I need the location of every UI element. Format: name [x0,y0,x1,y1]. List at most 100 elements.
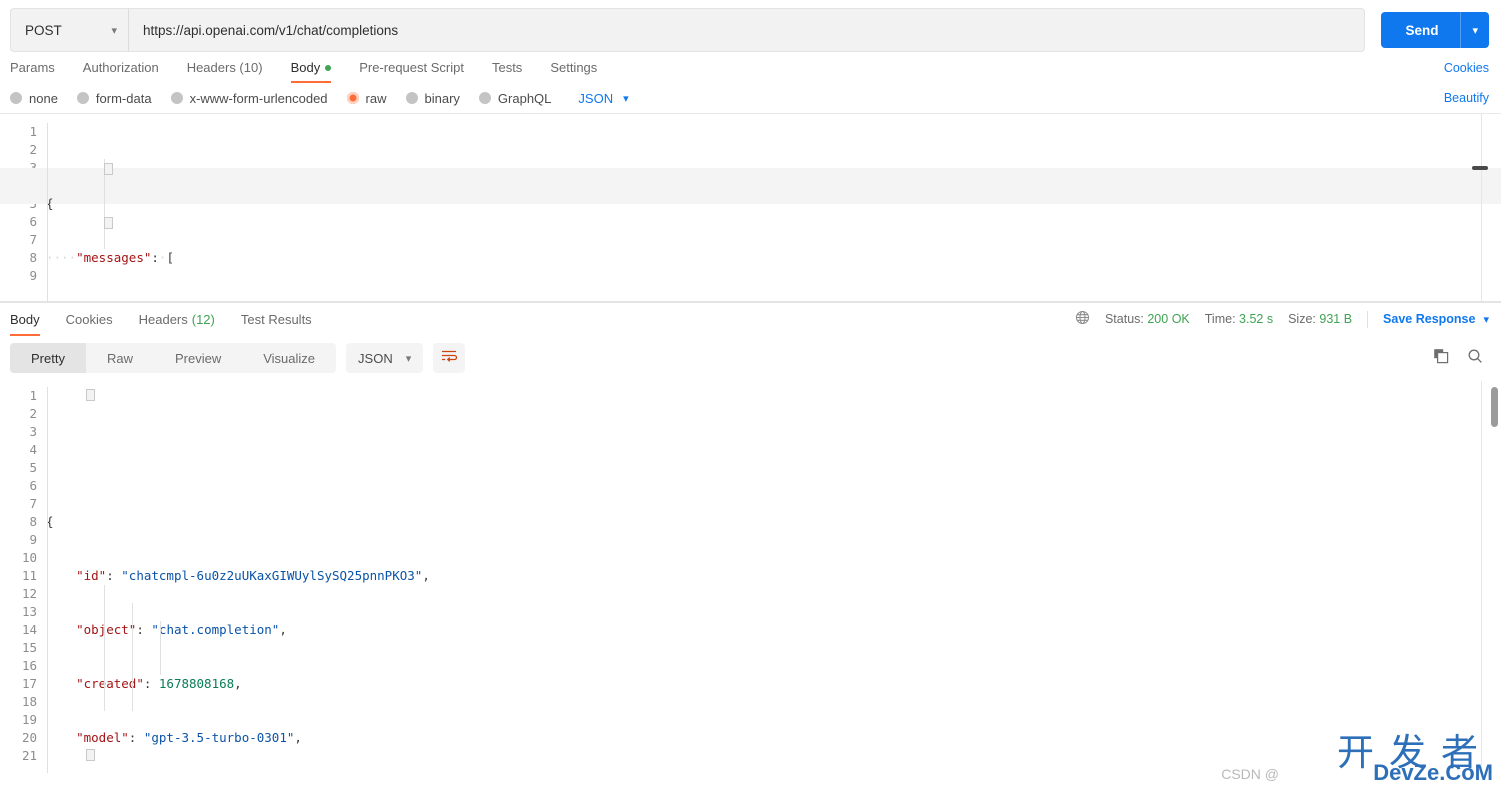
response-view-mode-group: Pretty Raw Preview Visualize [10,343,337,373]
radio-icon [76,92,89,104]
size-label: Size: [1288,312,1316,326]
fold-marker-close[interactable] [86,749,95,761]
request-code-lines[interactable]: { ····"messages":·[ ········{ ··········… [46,123,1501,301]
res-object-key: "object" [76,622,137,637]
size-value: 931 B [1319,312,1353,326]
line-number: 1 [29,124,37,139]
body-type-none[interactable]: none [10,91,58,106]
body-type-binary[interactable]: binary [405,91,460,106]
line-number: 6 [29,478,37,493]
line-number: 1 [29,388,37,403]
send-options-caret[interactable]: ▾ [1460,12,1489,48]
tab-authorization[interactable]: Authorization [69,52,173,83]
tab-body[interactable]: Body [277,52,346,83]
response-tab-cookies[interactable]: Cookies [53,303,126,336]
view-mode-pretty[interactable]: Pretty [10,343,86,373]
body-type-raw[interactable]: raw [346,91,387,106]
response-code-lines[interactable]: { "id": "chatcmpl-6u0z2uUKaxGIWUylSySQ25… [46,387,1501,773]
send-button-label: Send [1405,22,1439,38]
tab-params[interactable]: Params [10,52,69,83]
cookies-link[interactable]: Cookies [1444,61,1489,75]
request-body-editor[interactable]: 1 2 3 4 5 6 7 8 9 { ····"messages":·[ ··… [0,113,1501,302]
chevron-down-icon: ▾ [111,24,117,37]
line-number: 11 [21,568,37,583]
res-id-value: "chatcmpl-6u0z2uUKaxGIWUylSySQ25pnnPKO3" [121,568,423,583]
line-number: 19 [21,712,37,727]
status-label: Status: [1104,312,1144,326]
body-type-none-label: none [29,90,58,106]
response-tab-test-results-label: Test Results [240,311,312,327]
divider [1367,310,1369,328]
request-url-bar: POST ▾ https://api.openai.com/v1/chat/co… [0,0,1501,52]
res-model-key: "model" [76,730,129,745]
view-mode-preview[interactable]: Preview [154,343,242,373]
line-number: 8 [29,250,37,265]
fold-marker-close[interactable] [104,217,113,229]
res-object-value: "chat.completion" [151,622,280,637]
body-type-urlencoded[interactable]: x-www-form-urlencoded [170,90,328,106]
size-text: Size: 931 B [1288,312,1352,326]
res-created-key: "created" [76,676,144,691]
wrap-lines-button[interactable] [433,343,466,373]
response-tab-body-label: Body [10,311,40,327]
line-number: 2 [29,142,37,157]
request-tab-bar: Params Authorization Headers (10) Body P… [0,52,1501,83]
fold-marker-open[interactable] [104,163,113,175]
raw-format-select[interactable]: JSON ▾ [578,91,628,106]
tab-tests[interactable]: Tests [478,52,536,83]
response-scrollbar-thumb[interactable] [1491,387,1498,427]
line-number: 17 [21,676,37,691]
view-mode-pretty-label: Pretty [31,350,65,366]
tab-headers-label: Headers (10) [186,60,263,75]
req-messages-key: "messages" [76,250,152,265]
http-method-select[interactable]: POST ▾ [10,8,128,52]
chevron-down-icon: ▾ [1483,313,1489,326]
radio-icon [478,92,491,104]
line-number: 21 [21,748,37,763]
time-text: Time: 3.52 s [1205,312,1273,326]
request-url-input[interactable]: https://api.openai.com/v1/chat/completio… [128,8,1366,52]
editor-edge-line [1481,114,1482,301]
tab-settings[interactable]: Settings [536,52,611,83]
response-format-value: JSON [358,350,393,366]
response-tab-body[interactable]: Body [10,303,53,336]
body-type-urlencoded-label: x-www-form-urlencoded [189,90,328,106]
response-scrollbar-track[interactable] [1491,383,1498,771]
time-value: 3.52 s [1239,312,1274,326]
search-icon[interactable] [1467,348,1483,369]
body-type-graphql[interactable]: GraphQL [478,91,551,106]
response-body-editor[interactable]: 1 2 3 4 5 6 7 8 9 10 11 12 13 14 15 16 1… [0,381,1501,773]
line-number: 20 [21,730,37,745]
response-format-select[interactable]: JSON ▾ [346,343,424,373]
beautify-link[interactable]: Beautify [1444,91,1489,105]
body-type-form-data[interactable]: form-data [76,91,152,106]
time-label: Time: [1204,312,1236,326]
line-number: 4 [29,442,37,457]
horizontal-scroll-indicator[interactable] [1472,166,1488,170]
send-button[interactable]: Send ▾ [1381,12,1489,48]
line-number: 10 [21,550,37,565]
copy-icon[interactable] [1433,348,1449,369]
tab-headers[interactable]: Headers (10) [173,52,277,83]
save-response-button[interactable]: Save Response ▾ [1383,312,1489,326]
chevron-down-icon: ▾ [405,352,412,365]
response-tab-test-results[interactable]: Test Results [228,303,325,336]
request-gutter: 1 2 3 4 5 6 7 8 9 [0,123,46,301]
wrap-lines-icon [441,349,458,368]
view-mode-visualize[interactable]: Visualize [242,343,336,373]
line-number: 8 [29,514,37,529]
tab-params-label: Params [10,60,55,75]
response-tab-headers[interactable]: Headers (12) [126,303,228,336]
save-response-label: Save Response [1383,312,1476,326]
line-number: 14 [21,622,37,637]
status-text: Status: 200 OK [1105,312,1190,326]
radio-icon [10,92,22,104]
fold-marker-open[interactable] [86,389,95,401]
radio-selected-icon [346,92,359,104]
view-mode-raw[interactable]: Raw [86,343,154,373]
view-mode-visualize-label: Visualize [263,350,316,366]
tab-pre-request-script[interactable]: Pre-request Script [345,52,478,83]
view-mode-preview-label: Preview [174,350,222,366]
line-number: 3 [29,424,37,439]
line-number: 12 [21,586,37,601]
